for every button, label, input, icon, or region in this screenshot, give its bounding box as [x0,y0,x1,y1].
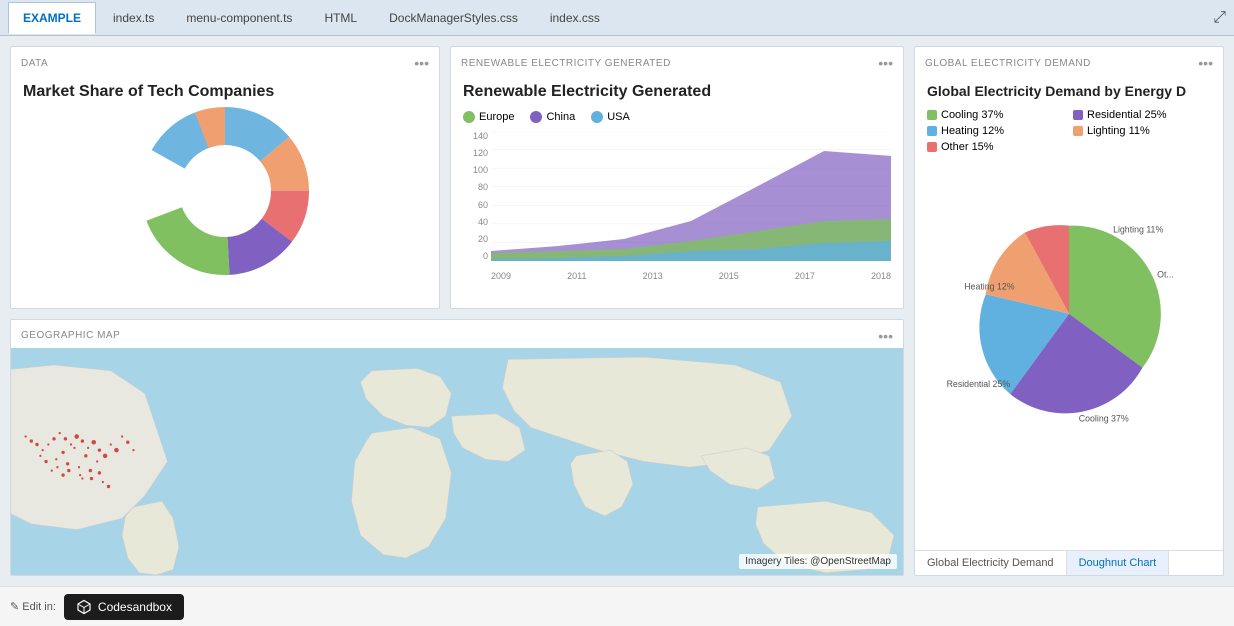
tab-bar: EXAMPLE index.ts menu-component.ts HTML … [0,0,1234,36]
cooling-dot [927,110,937,120]
heating-label: Heating 12% [941,125,1004,137]
data-panel-menu[interactable]: ••• [414,55,429,71]
legend-heating: Heating 12% [927,125,1065,137]
renewable-panel-title: RENEWABLE ELECTRICITY GENERATED [461,58,878,69]
lighting-label: Lighting 11% [1087,125,1150,137]
heating-pie-label: Heating 12% [964,281,1015,291]
pie-chart-container: Heating 12% Lighting 11% Ot... Residenti… [927,159,1211,449]
legend-usa: USA [591,111,630,123]
area-chart: 140 120 100 80 60 40 20 0 [463,131,891,281]
codesandbox-label: Codesandbox [98,600,172,614]
tab-html[interactable]: HTML [309,2,372,34]
bottom-bar: ✎ Edit in: Codesandbox [0,586,1234,626]
renewable-chart-title: Renewable Electricity Generated [463,83,891,101]
global-panel-title: GLOBAL ELECTRICITY DEMAND [925,58,1198,69]
map-panel-header: GEOGRAPHIC MAP ••• [11,320,903,348]
map-svg [11,348,903,575]
map-panel-title: GEOGRAPHIC MAP [21,330,878,341]
europe-label: Europe [479,111,514,123]
global-demand-tab[interactable]: Global Electricity Demand [915,551,1067,575]
renewable-panel-content: Renewable Electricity Generated Europe C… [451,75,903,308]
main-grid: DATA ••• Market Share of Tech Companies [0,36,1234,586]
data-panel: DATA ••• Market Share of Tech Companies [10,46,440,309]
legend-residential: Residential 25% [1073,109,1211,121]
map-attribution: Imagery Tiles: @OpenStreetMap [739,554,897,569]
residential-pie-label: Residential 25% [947,379,1011,389]
global-panel-content: Global Electricity Demand by Energy D Co… [915,75,1223,550]
renewable-panel: RENEWABLE ELECTRICITY GENERATED ••• Rene… [450,46,904,309]
donut-chart [23,111,427,271]
data-panel-content: Market Share of Tech Companies [11,75,439,308]
map-area[interactable]: Imagery Tiles: @OpenStreetMap [11,348,903,575]
usa-label: USA [607,111,630,123]
china-dot [530,111,542,123]
renewable-panel-menu[interactable]: ••• [878,55,893,71]
data-panel-header: DATA ••• [11,47,439,75]
tab-dockmanager[interactable]: DockManagerStyles.css [374,2,533,34]
legend-cooling: Cooling 37% [927,109,1065,121]
heating-dot [927,126,937,136]
usa-dot [591,111,603,123]
global-panel: GLOBAL ELECTRICITY DEMAND ••• Global Ele… [914,46,1224,576]
edit-label: ✎ Edit in: [10,600,56,613]
codesandbox-icon [76,599,92,615]
renewable-legend: Europe China USA [463,111,891,123]
tab-example[interactable]: EXAMPLE [8,2,96,34]
codesandbox-button[interactable]: Codesandbox [64,594,184,620]
other-label: Other 15% [941,141,994,153]
y-axis: 140 120 100 80 60 40 20 0 [463,131,491,261]
other-pie-label: Ot... [1157,270,1174,280]
other-dot [927,142,937,152]
map-panel-menu[interactable]: ••• [878,328,893,344]
x-axis: 2009 2011 2013 2015 2017 2018 [491,271,891,281]
tab-menu-component[interactable]: menu-component.ts [171,2,307,34]
residential-label: Residential 25% [1087,109,1167,121]
residential-dot [1073,110,1083,120]
pie-chart-svg: Heating 12% Lighting 11% Ot... Residenti… [927,159,1211,449]
cooling-pie-label: Cooling 37% [1079,414,1129,424]
lighting-dot [1073,126,1083,136]
china-label: China [546,111,575,123]
expand-icon[interactable]: ⤢ [1213,9,1226,27]
legend-china: China [530,111,575,123]
doughnut-chart-tab[interactable]: Doughnut Chart [1067,551,1170,575]
legend-other: Other 15% [927,141,1065,153]
global-legend: Cooling 37% Residential 25% Heating 12% … [927,109,1211,153]
map-panel: GEOGRAPHIC MAP ••• [10,319,904,576]
chart-svg [491,131,891,261]
legend-lighting: Lighting 11% [1073,125,1211,137]
data-panel-title: DATA [21,58,414,69]
tab-index-ts[interactable]: index.ts [98,2,169,34]
global-chart-title: Global Electricity Demand by Energy D [927,83,1211,99]
global-panel-menu[interactable]: ••• [1198,55,1213,71]
map-panel-content: Imagery Tiles: @OpenStreetMap [11,348,903,575]
legend-europe: Europe [463,111,514,123]
global-panel-header: GLOBAL ELECTRICITY DEMAND ••• [915,47,1223,75]
cooling-label: Cooling 37% [941,109,1003,121]
lighting-pie-label: Lighting 11% [1113,225,1163,235]
renewable-panel-header: RENEWABLE ELECTRICITY GENERATED ••• [451,47,903,75]
pie-tabs: Global Electricity Demand Doughnut Chart [915,550,1223,575]
tab-index-css[interactable]: index.css [535,2,615,34]
europe-dot [463,111,475,123]
